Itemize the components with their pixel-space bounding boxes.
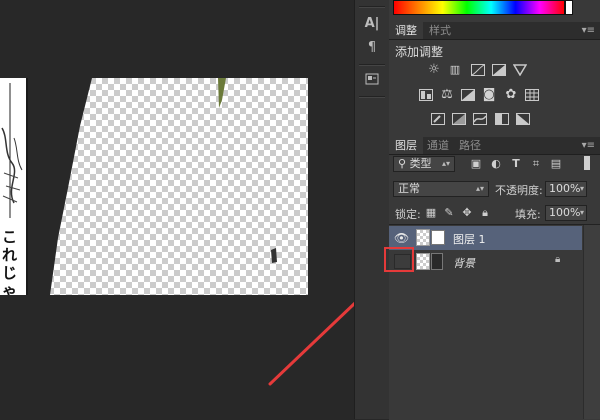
black-white-icon[interactable] (461, 89, 475, 104)
search-icon: ⚲ (398, 157, 407, 170)
tab-adjustments[interactable]: 调整 (389, 22, 423, 39)
color-balance-icon[interactable]: ⚖ (439, 87, 455, 103)
filter-adjustment-icon[interactable]: ◐ (489, 157, 503, 171)
opacity-input[interactable]: 100% ▾ (545, 181, 587, 197)
lock-image-pixels-icon[interactable]: ✎ (442, 206, 456, 220)
layer-name[interactable]: 图层 1 (453, 231, 486, 247)
updown-icon: ▴▾ (441, 159, 450, 168)
filter-shape-icon[interactable]: ⌗ (529, 157, 543, 171)
lock-icon: 🔒︎ (555, 254, 561, 265)
gradient-triangle-icon[interactable] (512, 64, 528, 79)
right-panels: 调整 样式 ▾≡ 添加调整 ☼ ▥ ⚖ ◙ ✿ 图层 通道 路径 ▾≡ ⚲ 类型… (389, 0, 600, 420)
color-spectrum[interactable] (393, 0, 565, 15)
tab-styles[interactable]: 样式 (423, 22, 457, 39)
layer-filter-label: 类型 (409, 157, 432, 170)
fill-input[interactable]: 100% ▾ (545, 205, 587, 221)
posterize-icon[interactable] (452, 113, 466, 128)
dropdown-arrow-icon: ▾ (579, 184, 584, 193)
layer-mask-thumbnail (431, 230, 445, 245)
selective-color-icon[interactable] (495, 113, 509, 128)
exposure-icon[interactable] (492, 64, 506, 79)
filter-toggle-switch[interactable] (584, 156, 590, 170)
strip-divider (359, 96, 385, 98)
channel-mixer-icon[interactable]: ✿ (503, 87, 519, 103)
highlight-box (384, 247, 414, 272)
layer-list: 👁︎ 图层 1 背景 🔒︎ (389, 224, 600, 420)
gradient-map-icon[interactable] (516, 113, 530, 128)
blend-mode-dropdown[interactable]: 正常 ▴▾ (393, 181, 489, 197)
filter-type-icon[interactable]: T (509, 157, 523, 171)
layers-tab-bar: 图层 通道 路径 ▾≡ (389, 137, 600, 155)
layer-row-layer1[interactable]: 👁︎ 图层 1 (389, 226, 582, 250)
tab-channels[interactable]: 通道 (421, 137, 455, 154)
character-panel-icon[interactable]: A| (360, 14, 384, 34)
lock-transparent-icon[interactable]: ▦ (424, 206, 438, 220)
updown-icon: ▴▾ (475, 184, 484, 193)
eye-icon[interactable]: 👁︎ (394, 231, 409, 245)
panel-menu-icon[interactable]: ▾≡ (582, 22, 595, 39)
fill-label: 填充: (515, 208, 541, 221)
lock-all-icon[interactable]: 🔒︎ (478, 206, 492, 220)
dropdown-arrow-icon: ▾ (579, 208, 584, 217)
strip-divider (359, 6, 385, 8)
layer-list-scrollbar[interactable] (583, 225, 600, 419)
paragraph-panel-icon[interactable]: ¶ (360, 38, 384, 58)
layers-panel-menu-icon[interactable]: ▾≡ (582, 137, 595, 154)
fill-value: 100% (549, 206, 581, 219)
opacity-value: 100% (549, 182, 581, 195)
strip-divider (359, 64, 385, 66)
photo-filter-icon[interactable]: ◙ (481, 87, 497, 103)
vibrance-icon[interactable] (419, 89, 433, 104)
layer-row-background[interactable]: 背景 🔒︎ (389, 250, 582, 274)
properties-panel-icon[interactable] (360, 72, 384, 92)
opacity-label: 不透明度: (495, 184, 543, 197)
invert-icon[interactable] (431, 113, 445, 128)
lock-position-icon[interactable]: ✥ (460, 206, 474, 220)
canvas-area[interactable]: これじゃ (0, 0, 386, 419)
adjustments-tab-bar: 调整 样式 ▾≡ (389, 22, 600, 40)
panel-tool-strip: A| ¶ (354, 0, 390, 419)
curves-icon[interactable] (471, 64, 485, 79)
layer-mask-thumbnail (431, 253, 443, 270)
layer-filter-dropdown[interactable]: ⚲ 类型 ▴▾ (393, 156, 455, 172)
white-swatch[interactable] (565, 0, 573, 15)
tab-paths[interactable]: 路径 (453, 137, 487, 154)
filter-smart-object-icon[interactable]: ▤ (549, 157, 563, 171)
levels-icon[interactable]: ▥ (447, 62, 463, 78)
brightness-contrast-icon[interactable]: ☼ (426, 62, 442, 78)
filter-pixel-icon[interactable]: ▣ (469, 157, 483, 171)
blend-mode-value: 正常 (398, 182, 420, 195)
threshold-icon[interactable] (473, 113, 487, 128)
layer-thumbnail (416, 229, 430, 246)
color-lookup-icon[interactable] (525, 89, 539, 104)
layer-name[interactable]: 背景 (453, 255, 475, 271)
tab-layers[interactable]: 图层 (389, 137, 423, 154)
lock-label: 锁定: (395, 208, 421, 221)
layer-thumbnail (416, 253, 430, 270)
add-adjustment-title: 添加调整 (395, 45, 444, 59)
